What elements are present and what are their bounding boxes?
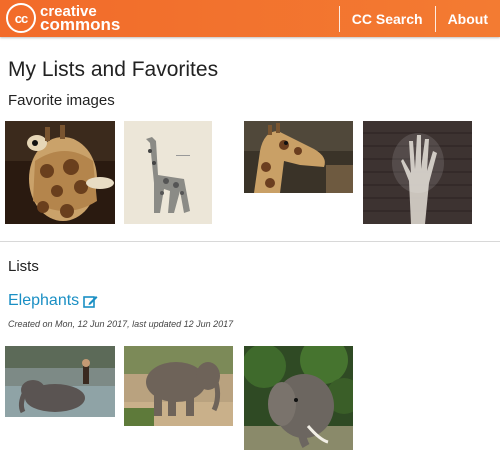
list-image-elephant-bathing[interactable] [5, 346, 115, 417]
top-nav: CC Search About [338, 0, 500, 37]
logo-wordmark: creative commons [40, 4, 121, 34]
list-image-elephant-zoo[interactable] [124, 346, 233, 426]
favorites-heading: Favorite images [8, 92, 115, 109]
edit-icon[interactable] [83, 294, 98, 308]
list-name[interactable]: Elephants [8, 292, 79, 310]
favorite-image-giraffe-face[interactable] [5, 121, 115, 224]
list-meta: Created on Mon, 12 Jun 2017, last update… [8, 319, 234, 329]
site-header: cc creative commons CC Search About [0, 0, 500, 37]
nav-cc-search[interactable]: CC Search [340, 11, 435, 27]
nav-about[interactable]: About [436, 11, 500, 27]
lists-heading: Lists [8, 258, 39, 275]
favorite-image-hand-graffiti[interactable] [363, 121, 472, 224]
page-title: My Lists and Favorites [8, 58, 219, 81]
list-link-elephants[interactable]: Elephants [8, 292, 98, 310]
favorite-image-giraffe-head[interactable] [244, 121, 353, 193]
cc-logo[interactable]: cc creative commons [6, 3, 120, 33]
section-divider [0, 241, 500, 242]
cc-logo-icon: cc [6, 3, 36, 33]
logo-line-2: commons [40, 15, 121, 34]
list-image-elephant-tusks[interactable] [244, 346, 353, 450]
favorite-image-giraffe-illustration[interactable] [124, 121, 212, 224]
